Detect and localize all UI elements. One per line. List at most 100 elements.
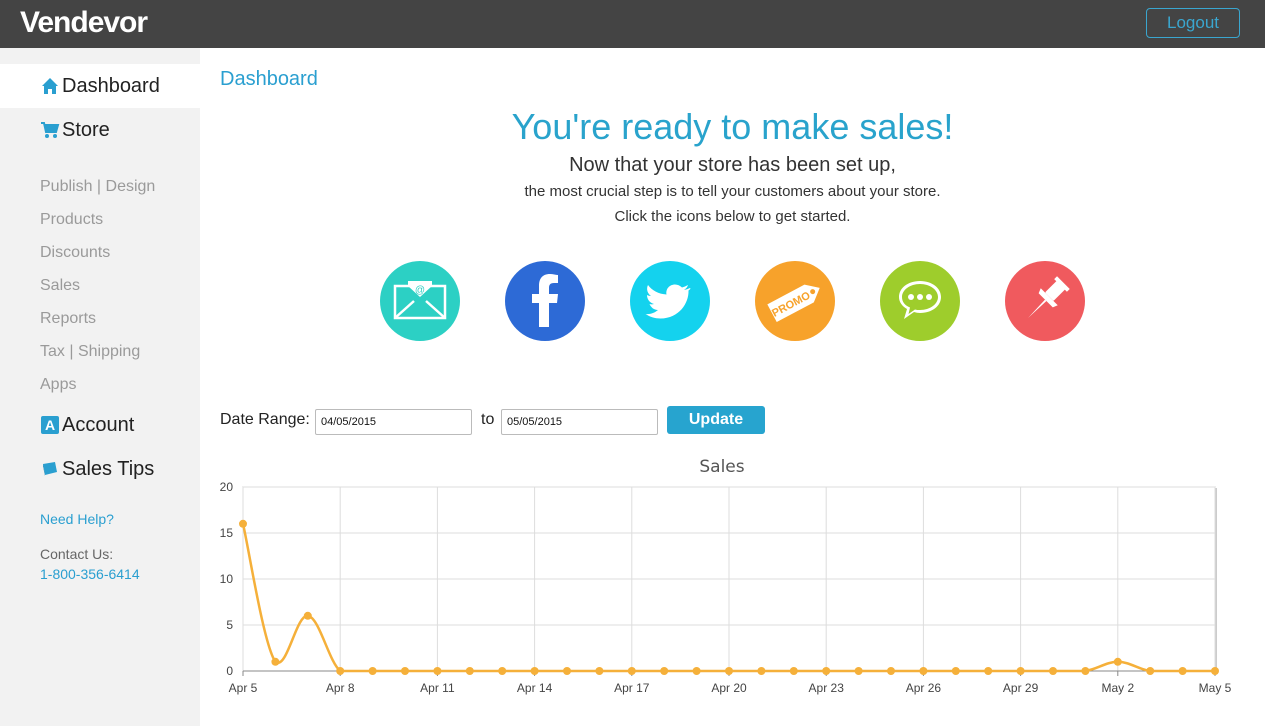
data-point xyxy=(1081,667,1090,675)
intro-line-3: Click the icons below to get started. xyxy=(614,208,851,225)
sidebar-item-label: Dashboard xyxy=(62,74,160,97)
sidebar-item-label: Sales Tips xyxy=(62,457,155,480)
facebook-icon xyxy=(532,274,558,327)
date-range-label: Date Range: xyxy=(220,411,310,428)
sidebar-item-account[interactable]: A Account xyxy=(0,403,200,447)
need-help-link[interactable]: Need Help? xyxy=(40,511,114,527)
promo-share-button[interactable]: PROMO xyxy=(755,261,835,341)
series-line xyxy=(241,523,1215,673)
home-icon xyxy=(40,76,60,96)
data-point xyxy=(757,667,766,675)
data-point xyxy=(789,667,798,675)
y-tick-label: 20 xyxy=(220,480,234,494)
data-point xyxy=(465,667,474,675)
sidebar-item-dashboard[interactable]: Dashboard xyxy=(0,64,200,108)
data-point xyxy=(239,519,247,528)
data-point xyxy=(1178,667,1187,675)
data-point xyxy=(303,611,312,620)
data-point xyxy=(692,667,701,675)
x-tick-label: May 5 xyxy=(1199,681,1232,695)
data-point xyxy=(433,667,442,675)
contact-phone-link[interactable]: 1-800-356-6414 xyxy=(40,566,140,582)
data-point xyxy=(1049,667,1057,675)
sidebar: Dashboard Store Publish | Design Product… xyxy=(0,48,200,726)
data-point xyxy=(368,667,377,675)
data-point xyxy=(563,667,571,675)
sidebar-item-products[interactable]: Products xyxy=(40,211,103,229)
data-point xyxy=(919,667,928,675)
intro-line-2: the most crucial step is to tell your cu… xyxy=(524,183,941,200)
x-tick-label: May 2 xyxy=(1101,681,1134,695)
data-point xyxy=(854,667,863,675)
contact-label: Contact Us: xyxy=(40,546,114,562)
y-tick-label: 0 xyxy=(226,664,233,678)
y-tick-label: 5 xyxy=(226,618,233,632)
data-point xyxy=(1016,667,1025,675)
chat-icon xyxy=(899,281,941,319)
pin-icon xyxy=(1028,276,1070,318)
email-share-button[interactable]: @ xyxy=(380,261,460,341)
cart-icon xyxy=(40,120,60,140)
data-point xyxy=(951,667,960,675)
page-headline: You're ready to make sales! xyxy=(511,106,954,147)
x-tick-label: Apr 17 xyxy=(614,681,650,695)
x-tick-label: Apr 11 xyxy=(420,681,455,695)
chart-title: Sales xyxy=(699,457,745,477)
sidebar-item-reports[interactable]: Reports xyxy=(40,310,96,328)
top-navbar: Vendevor Logout xyxy=(0,0,1265,48)
update-button[interactable]: Update xyxy=(667,406,765,434)
vendevor-logo[interactable]: Vendevor xyxy=(20,6,148,40)
data-point xyxy=(984,667,993,675)
x-tick-label: Apr 26 xyxy=(906,681,942,695)
data-point xyxy=(1113,657,1122,666)
sidebar-item-apps[interactable]: Apps xyxy=(40,376,76,394)
sidebar-item-publish-design[interactable]: Publish | Design xyxy=(40,178,155,196)
chart-plot-area xyxy=(242,486,1216,672)
data-point xyxy=(660,667,669,675)
data-point xyxy=(530,667,539,675)
x-tick-label: Apr 23 xyxy=(809,681,845,695)
sidebar-item-label: Store xyxy=(62,118,110,141)
logout-button[interactable]: Logout xyxy=(1146,8,1240,38)
start-date-input[interactable] xyxy=(315,409,472,435)
x-tick-label: Apr 8 xyxy=(326,681,355,695)
sidebar-item-tax-shipping[interactable]: Tax | Shipping xyxy=(40,343,140,361)
promo-tag-icon: PROMO xyxy=(767,284,820,323)
x-tick-label: Apr 14 xyxy=(517,681,553,695)
data-point xyxy=(1146,667,1155,675)
y-tick-label: 15 xyxy=(220,526,234,540)
sidebar-item-label: Account xyxy=(62,413,135,436)
chat-share-button[interactable] xyxy=(880,261,960,341)
intro-line-1: Now that your store has been set up, xyxy=(569,154,896,176)
breadcrumb: Dashboard xyxy=(220,68,318,90)
y-tick-label: 10 xyxy=(220,572,234,586)
to-label: to xyxy=(481,411,495,428)
facebook-share-button[interactable] xyxy=(505,261,585,341)
data-point xyxy=(498,667,507,675)
sidebar-item-discounts[interactable]: Discounts xyxy=(40,244,110,262)
twitter-icon xyxy=(645,284,691,319)
data-point xyxy=(595,667,604,675)
email-icon: @ xyxy=(393,281,447,320)
x-tick-label: Apr 5 xyxy=(229,681,258,695)
svg-text:@: @ xyxy=(415,285,425,296)
x-tick-label: Apr 20 xyxy=(711,681,747,695)
data-point xyxy=(725,667,733,675)
book-icon xyxy=(40,459,60,479)
sidebar-item-store[interactable]: Store xyxy=(0,108,200,152)
data-point xyxy=(401,667,409,675)
svg-text:A: A xyxy=(45,417,55,433)
data-point xyxy=(336,667,345,675)
data-point xyxy=(271,657,280,666)
data-point xyxy=(627,667,636,675)
end-date-input[interactable] xyxy=(501,409,658,435)
twitter-share-button[interactable] xyxy=(630,261,710,341)
data-point xyxy=(822,667,831,675)
pin-share-button[interactable] xyxy=(1005,261,1085,341)
x-tick-label: Apr 29 xyxy=(1003,681,1039,695)
account-icon: A xyxy=(40,415,60,435)
sidebar-item-sales-tips[interactable]: Sales Tips xyxy=(0,447,200,491)
data-point xyxy=(1211,667,1219,675)
sidebar-item-sales[interactable]: Sales xyxy=(40,277,80,295)
data-point xyxy=(887,667,895,675)
